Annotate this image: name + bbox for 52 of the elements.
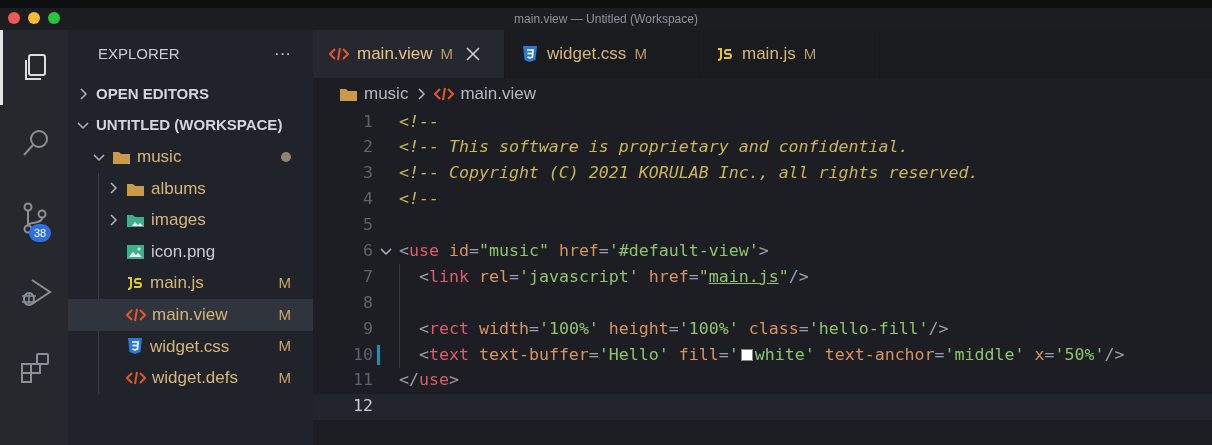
line-number: 7 [362,265,373,288]
line-number: 5 [362,214,373,237]
js-icon [126,274,144,292]
more-actions-button[interactable]: ··· [274,41,291,67]
window-title: main.view — Untitled (Workspace) [514,11,698,28]
count-badge: 38 [29,224,52,242]
minimize-window-button[interactable] [28,12,40,24]
line-number: 8 [362,291,373,314]
breadcrumb-item[interactable]: music [364,80,409,107]
code-text: <link rel='javascript' href="main.js"/> [419,265,809,288]
line-number: 9 [362,317,373,340]
css-icon [126,337,144,356]
image-icon [126,243,145,261]
line-number: 3 [362,162,373,185]
tree-item[interactable]: music [68,141,313,173]
js-icon [716,45,734,63]
breadcrumb-item[interactable]: main.view [460,80,536,107]
extensions-icon [19,351,52,384]
code-text: <!-- This software is proprietary and confidential. [399,136,909,159]
tree-item[interactable]: main.view M [68,298,313,331]
section-header[interactable]: UNTITLED (WORKSPACE) [68,109,313,141]
line-number: 10 [352,343,373,366]
line-number: 11 [352,369,373,392]
tree-item[interactable]: main.js M [68,267,313,299]
code-icon [329,45,349,63]
tree-item[interactable]: albums [68,172,313,205]
code-text: <use id="music" href='#default-view'> [399,239,769,262]
code-text: <text text-buffer='Hello' fill=' [419,343,739,366]
line-number: 1 [362,110,373,133]
line-number: 2 [362,136,373,159]
source-control-tab[interactable]: 38 [0,180,68,255]
tree-item[interactable]: icon.png [68,235,313,268]
zoom-window-button[interactable] [48,12,60,24]
close-window-button[interactable] [8,12,20,24]
line-number: 6 [362,239,373,262]
close-icon[interactable] [465,46,482,62]
editor-tab[interactable]: main.view M [313,30,505,78]
line-number: 12 [352,395,373,418]
tree-item[interactable]: widget.defs M [68,362,313,394]
css-icon [521,45,539,63]
code-text: <rect width='100%' height='100%' class='hello-fill'/> [419,317,949,340]
code-text: <!-- [399,110,439,133]
code-text: white' text-anchor='middle' x='50%'/> [754,343,1125,366]
tree-item[interactable]: widget.css M [68,330,313,363]
sidebar-title: EXPLORER [98,43,180,64]
tree-item[interactable]: images [68,204,313,236]
code-text: <!-- Copyright (C) 2021 KORULAB Inc., all rights reserved. [399,162,979,185]
code-text: <!-- [399,188,439,211]
line-number: 4 [362,188,373,211]
run-debug-icon [19,276,52,309]
code-text: </use> [399,369,459,392]
section-header[interactable]: OPEN EDITORS [68,78,313,110]
